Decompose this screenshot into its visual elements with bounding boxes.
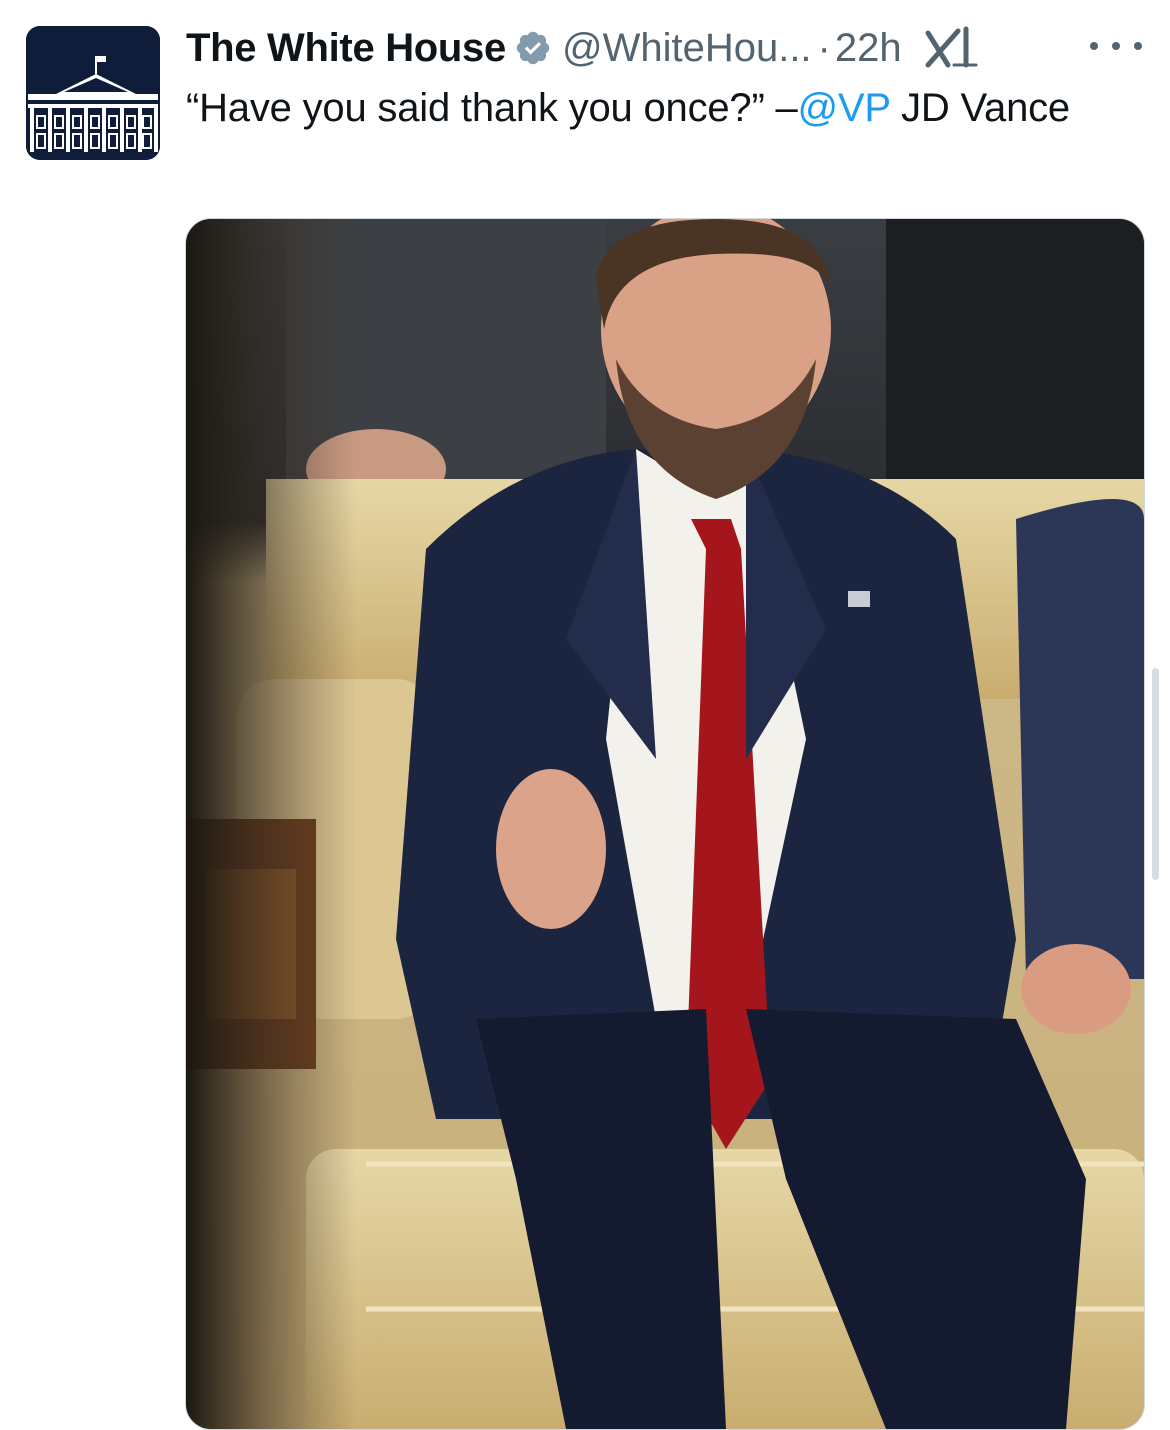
more-options-icon[interactable] xyxy=(1090,34,1142,58)
grok-icon[interactable] xyxy=(924,25,982,71)
tweet-media-photo[interactable] xyxy=(185,218,1145,1430)
scrollbar[interactable] xyxy=(1152,668,1159,880)
tweet-text: “Have you said thank you once?” –@VP JD … xyxy=(186,80,1126,136)
avatar[interactable] xyxy=(26,26,160,160)
white-house-logo-icon xyxy=(26,26,160,160)
tweet-text-quote: “Have you said thank you once?” – xyxy=(186,86,798,130)
separator-dot: · xyxy=(817,25,831,70)
tweet-timestamp[interactable]: 22h xyxy=(835,26,902,71)
more-dot xyxy=(1112,42,1120,50)
more-dot xyxy=(1090,42,1098,50)
more-dot xyxy=(1134,42,1142,50)
tweet-text-suffix: JD Vance xyxy=(890,86,1070,130)
author-handle[interactable]: @WhiteHou... xyxy=(562,26,812,71)
photo-illustration xyxy=(186,219,1144,1429)
author-display-name[interactable]: The White House xyxy=(186,26,506,71)
mention-link[interactable]: @VP xyxy=(798,86,891,130)
verified-badge-icon[interactable] xyxy=(514,29,552,67)
tweet-header: The White House @WhiteHou... · 22h xyxy=(186,20,982,76)
